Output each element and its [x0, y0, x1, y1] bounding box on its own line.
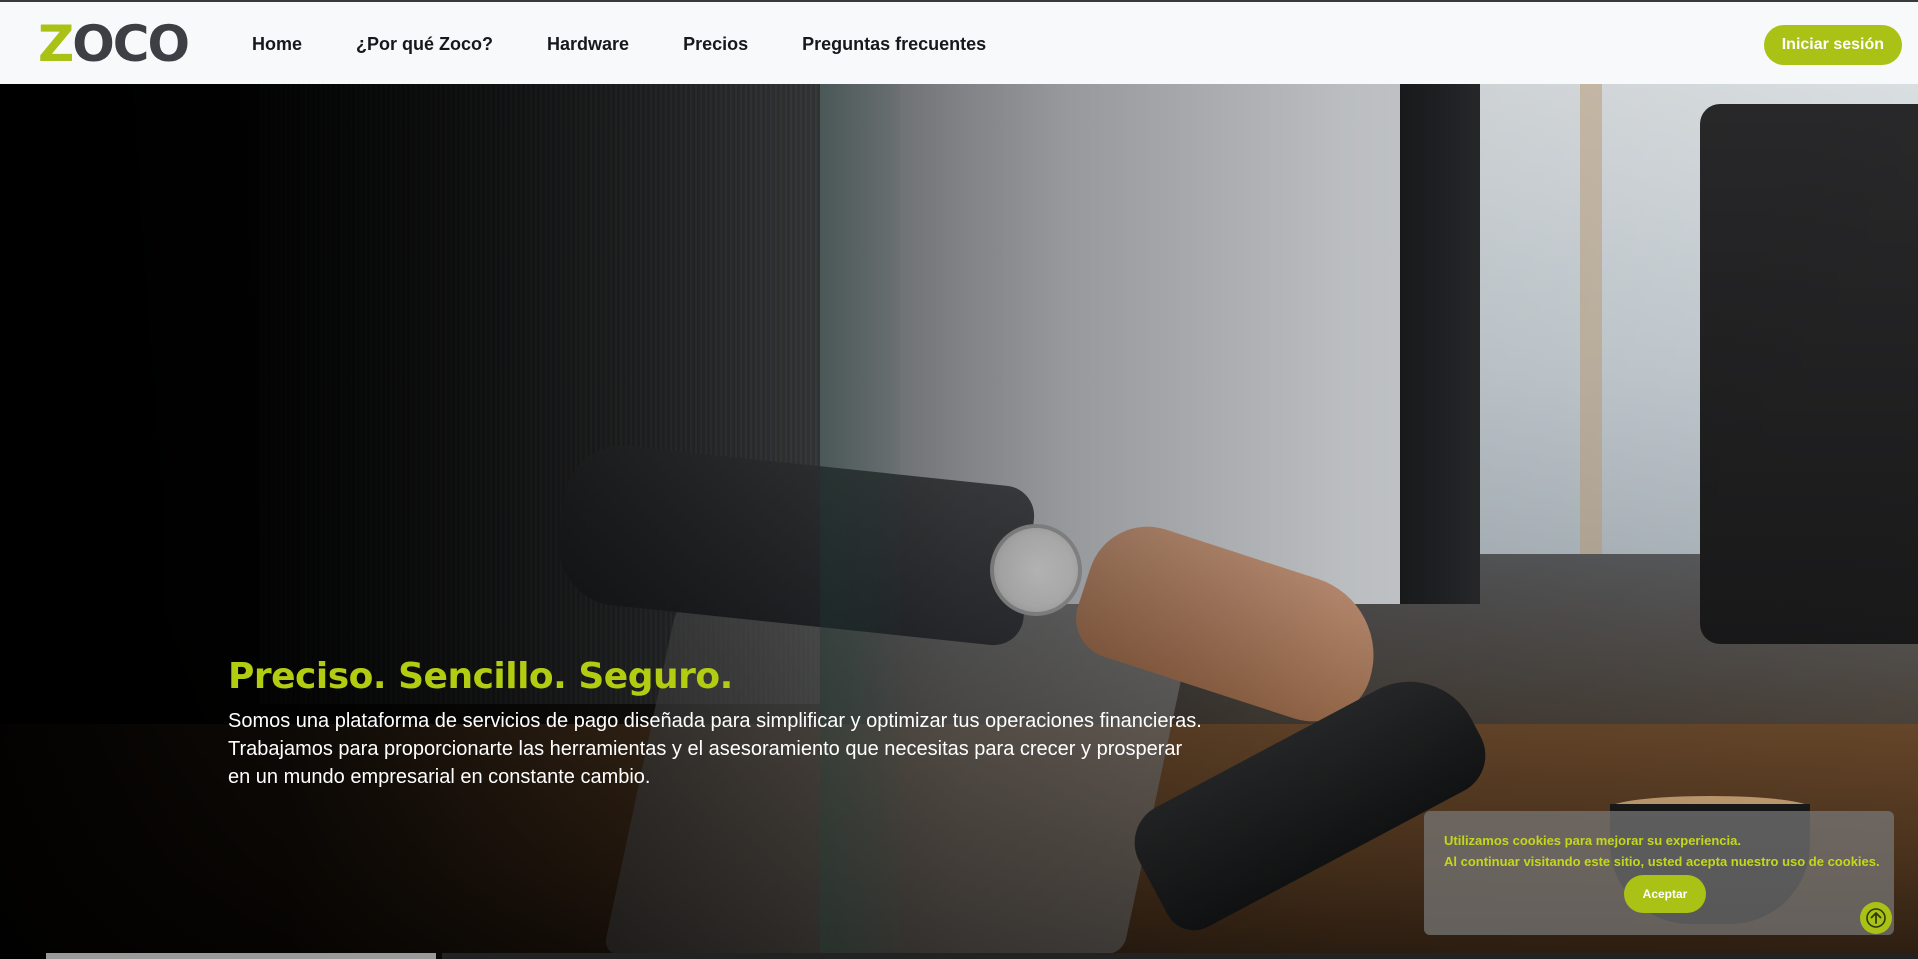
nav-link-pricing[interactable]: Precios: [683, 34, 748, 55]
accept-cookies-button[interactable]: Aceptar: [1624, 875, 1706, 913]
hero-text-block: Preciso. Sencillo. Seguro. Somos una pla…: [228, 656, 1228, 791]
logo-letters-oco: OCO: [72, 15, 190, 73]
hero-description: Somos una plataforma de servicios de pag…: [228, 710, 1202, 788]
arrow-up-circle-icon: [1866, 908, 1886, 928]
zoco-logo[interactable]: ZOCO: [38, 15, 190, 73]
nav-links: Home ¿Por qué Zoco? Hardware Precios Pre…: [252, 2, 1040, 86]
bottom-edge: [442, 953, 1918, 959]
top-navbar: ZOCO Home ¿Por qué Zoco? Hardware Precio…: [0, 0, 1918, 84]
cookie-text-line1: Utilizamos cookies para mejorar su exper…: [1444, 833, 1741, 848]
nav-link-faq[interactable]: Preguntas frecuentes: [802, 34, 986, 55]
nav-link-home[interactable]: Home: [252, 34, 302, 55]
cookie-text-line2: Al continuar visitando este sitio, usted…: [1444, 854, 1880, 869]
logo-letter-z: Z: [38, 15, 74, 73]
scroll-to-top-button[interactable]: [1860, 902, 1892, 934]
bottom-scroll-track: [46, 953, 436, 959]
login-button[interactable]: Iniciar sesión: [1763, 25, 1902, 65]
hero-title: Preciso. Sencillo. Seguro.: [228, 656, 733, 697]
nav-link-hardware[interactable]: Hardware: [547, 34, 629, 55]
cookie-banner: Utilizamos cookies para mejorar su exper…: [1424, 811, 1894, 935]
nav-link-why-zoco[interactable]: ¿Por qué Zoco?: [356, 34, 493, 55]
